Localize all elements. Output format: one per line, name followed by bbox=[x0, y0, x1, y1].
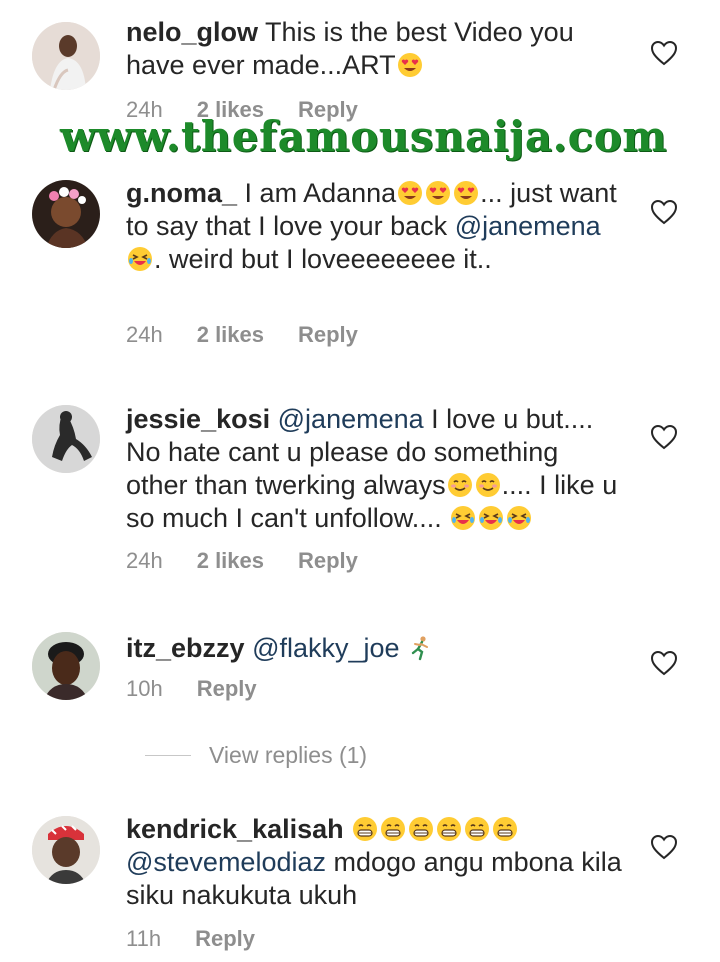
comment-username[interactable]: g.noma_ bbox=[126, 178, 237, 208]
comment-meta: 10h Reply bbox=[126, 676, 257, 702]
mention-link[interactable]: @janemena bbox=[278, 404, 424, 434]
heart-eyes-emoji-icon bbox=[454, 181, 479, 205]
avatar[interactable] bbox=[32, 632, 100, 700]
comment-body: jessie_kosi @janemena I love u but.... N… bbox=[126, 403, 626, 535]
avatar-image bbox=[32, 816, 100, 884]
avatar-image bbox=[32, 405, 100, 473]
comment-meta: 11h Reply bbox=[126, 926, 255, 952]
comment-likes[interactable]: 2 likes bbox=[197, 322, 264, 348]
comment-text: I am Adanna bbox=[244, 178, 397, 208]
view-replies-label[interactable]: View replies (1) bbox=[209, 742, 367, 769]
reply-button[interactable]: Reply bbox=[298, 322, 358, 348]
view-replies-button[interactable]: View replies (1) bbox=[145, 742, 367, 769]
like-heart-icon[interactable] bbox=[650, 834, 678, 860]
laughing-tears-emoji-icon bbox=[128, 247, 152, 271]
reply-button[interactable]: Reply bbox=[195, 926, 255, 952]
mention-link[interactable]: @janemena bbox=[455, 211, 601, 241]
comment-likes[interactable]: 2 likes bbox=[197, 548, 264, 574]
like-heart-icon[interactable] bbox=[650, 199, 678, 225]
grin-emoji-icon bbox=[493, 817, 518, 841]
reply-button[interactable]: Reply bbox=[197, 676, 257, 702]
blush-emoji-icon bbox=[447, 473, 472, 497]
comment-text: . weird but I loveeeeeeee it.. bbox=[154, 244, 492, 274]
grin-emoji-icon bbox=[409, 817, 434, 841]
grin-emoji-icon bbox=[437, 817, 462, 841]
comment-meta: 24h 2 likes Reply bbox=[126, 548, 358, 574]
avatar-image bbox=[32, 632, 100, 700]
comment-username[interactable]: itz_ebzzy bbox=[126, 633, 245, 663]
like-heart-icon[interactable] bbox=[650, 650, 678, 676]
comments-screen: nelo_glow This is the best Video you hav… bbox=[0, 0, 720, 962]
avatar[interactable] bbox=[32, 22, 100, 90]
heart-eyes-emoji-icon bbox=[426, 181, 451, 205]
laughing-tears-emoji-icon bbox=[507, 506, 532, 530]
avatar[interactable] bbox=[32, 816, 100, 884]
view-replies-divider bbox=[145, 755, 191, 756]
comment-username[interactable]: jessie_kosi bbox=[126, 404, 270, 434]
watermark-text: www.thefamousnaija.com bbox=[60, 112, 668, 161]
avatar-image bbox=[32, 180, 100, 248]
reply-button[interactable]: Reply bbox=[298, 548, 358, 574]
grin-emoji-icon bbox=[381, 817, 406, 841]
comment-time: 10h bbox=[126, 676, 163, 701]
comment-body: kendrick_kalisah @stevemelodiaz mdogo an… bbox=[126, 813, 626, 912]
comment-time: 24h bbox=[126, 322, 163, 347]
comment-body: nelo_glow This is the best Video you hav… bbox=[126, 16, 626, 82]
avatar[interactable] bbox=[32, 180, 100, 248]
grin-emoji-icon bbox=[353, 817, 378, 841]
mention-link[interactable]: @flakky_joe bbox=[252, 633, 399, 663]
laughing-tears-emoji-icon bbox=[451, 506, 476, 530]
blush-emoji-icon bbox=[475, 473, 500, 497]
like-heart-icon[interactable] bbox=[650, 40, 678, 66]
comment-username[interactable]: kendrick_kalisah bbox=[126, 814, 344, 844]
grin-emoji-icon bbox=[465, 817, 490, 841]
heart-eyes-emoji-icon bbox=[398, 181, 423, 205]
comment-body: g.noma_ I am Adanna... just want to say … bbox=[126, 177, 626, 276]
avatar-image bbox=[32, 22, 100, 90]
runner-emoji-icon bbox=[411, 636, 429, 661]
laughing-tears-emoji-icon bbox=[479, 506, 504, 530]
comment-body: itz_ebzzy @flakky_joe bbox=[126, 632, 626, 665]
like-heart-icon[interactable] bbox=[650, 424, 678, 450]
avatar[interactable] bbox=[32, 405, 100, 473]
heart-eyes-emoji-icon bbox=[397, 53, 422, 77]
mention-link[interactable]: @stevemelodiaz bbox=[126, 847, 326, 877]
comment-time: 24h bbox=[126, 548, 163, 573]
comment-time: 11h bbox=[126, 926, 162, 951]
comment-username[interactable]: nelo_glow bbox=[126, 17, 258, 47]
comment-meta: 24h 2 likes Reply bbox=[126, 322, 358, 348]
